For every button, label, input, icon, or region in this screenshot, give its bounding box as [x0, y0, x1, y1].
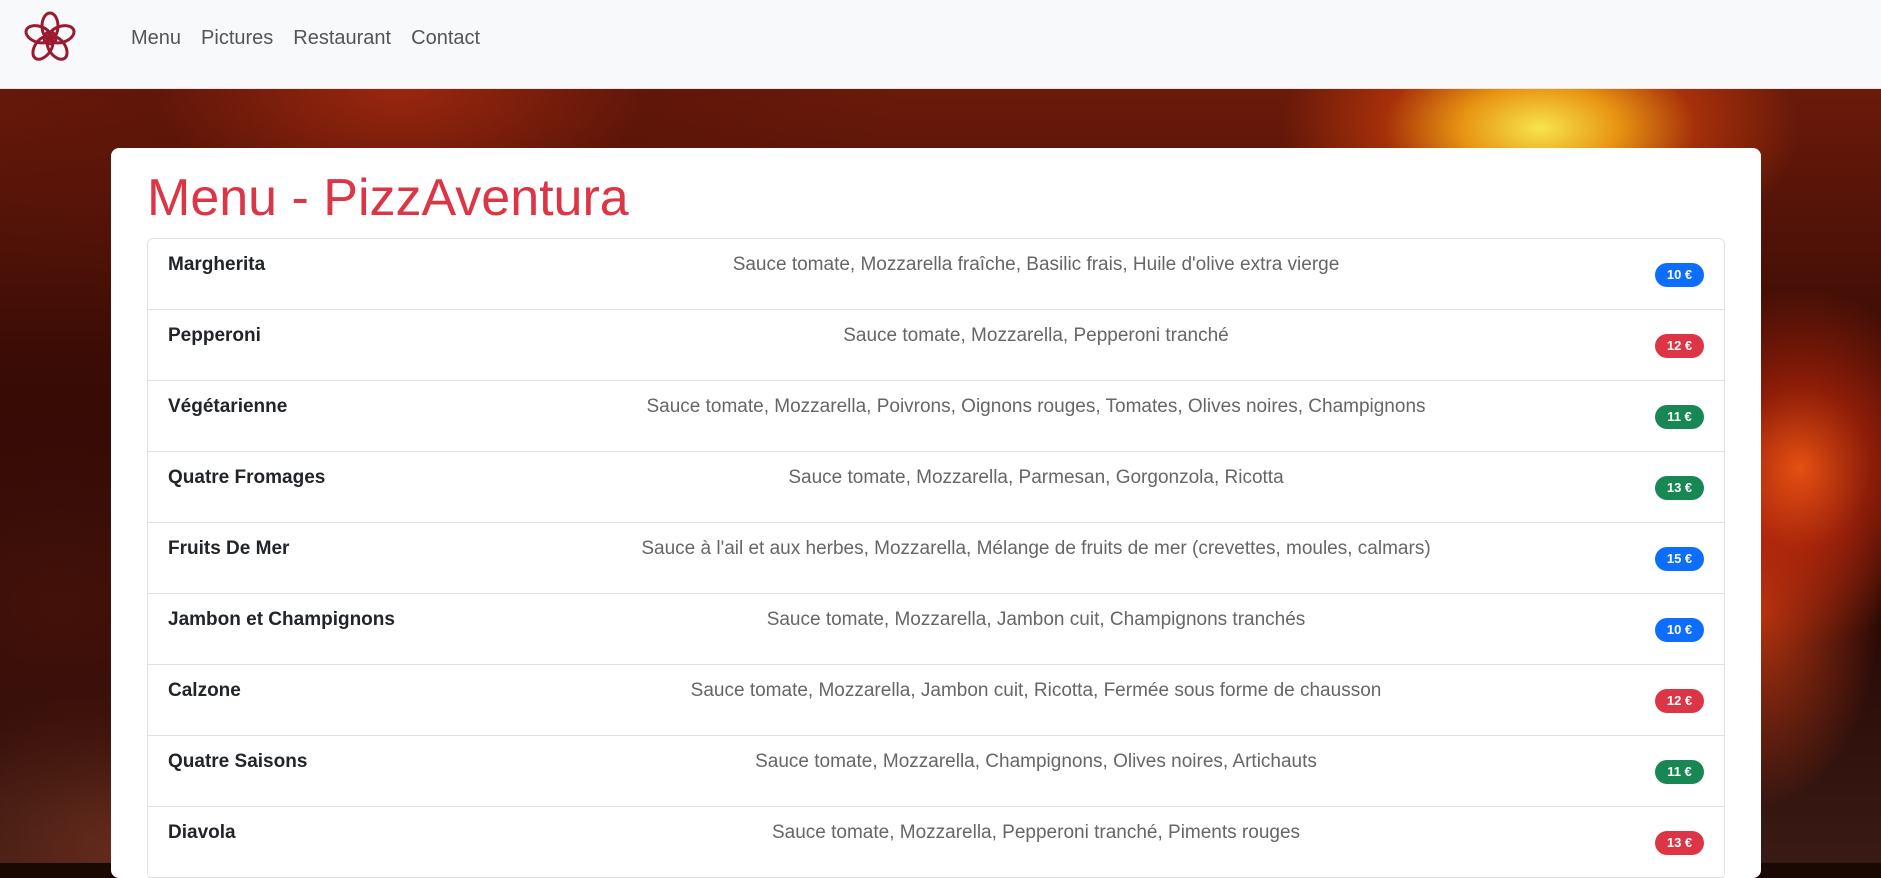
price-badge: 10 €: [1655, 618, 1704, 642]
menu-item: Diavola Sauce tomate, Mozzarella, Peppero…: [148, 807, 1724, 878]
flower-logo-icon[interactable]: [20, 8, 80, 68]
pizza-name: Végétarienne: [168, 396, 288, 417]
price-badge: 12 €: [1655, 334, 1704, 358]
pizza-name: Jambon et Champignons: [168, 609, 395, 630]
pizza-name: Quatre Fromages: [168, 467, 326, 488]
pizza-ingredients: Sauce tomate, Mozzarella, Jambon cuit, R…: [690, 680, 1382, 701]
pizza-name: Fruits De Mer: [168, 538, 290, 559]
price-badge: 15 €: [1655, 547, 1704, 571]
price-badge: 12 €: [1655, 689, 1704, 713]
pizza-ingredients: Sauce tomate, Mozzarella, Pepperoni tran…: [843, 325, 1229, 346]
price-badge: 10 €: [1655, 263, 1704, 287]
pizza-name: Diavola: [168, 822, 236, 843]
price-badge: 13 €: [1655, 831, 1704, 855]
menu-item: Quatre Fromages Sauce tomate, Mozzarella,…: [148, 452, 1724, 523]
pizza-ingredients: Sauce tomate, Mozzarella, Jambon cuit, C…: [766, 609, 1306, 630]
pizza-name: Margherita: [168, 254, 266, 275]
price-badge: 11 €: [1655, 760, 1704, 784]
pizza-ingredients: Sauce tomate, Mozzarella, Poivrons, Oign…: [646, 396, 1426, 417]
pizza-ingredients: Sauce tomate, Mozzarella fraîche, Basili…: [732, 254, 1340, 275]
menu-item: Quatre Saisons Sauce tomate, Mozzarella, …: [148, 736, 1724, 807]
menu-item: Calzone Sauce tomate, Mozzarella, Jambon …: [148, 665, 1724, 736]
pizza-name: Pepperoni: [168, 325, 261, 346]
price-badge: 13 €: [1655, 476, 1704, 500]
top-navbar: Menu Pictures Restaurant Contact: [0, 0, 1881, 89]
menu-item: Végétarienne Sauce tomate, Mozzarella, Po…: [148, 381, 1724, 452]
page-title: Menu - PizzAventura: [147, 169, 629, 227]
menu-item: Fruits De Mer Sauce à l'ail et aux herbes…: [148, 523, 1724, 594]
menu-item: Jambon et Champignons Sauce tomate, Mozza…: [148, 594, 1724, 665]
price-badge: 11 €: [1655, 405, 1704, 429]
nav-link-menu[interactable]: Menu: [131, 27, 181, 50]
nav-link-pictures[interactable]: Pictures: [201, 27, 273, 50]
menu-item: Margherita Sauce tomate, Mozzarella fraîc…: [148, 239, 1724, 310]
nav-link-contact[interactable]: Contact: [411, 27, 480, 50]
menu-card: Menu - PizzAventura Margherita Sauce toma…: [111, 148, 1761, 878]
pizza-ingredients: Sauce tomate, Mozzarella, Pepperoni tran…: [771, 822, 1301, 843]
pizza-ingredients: Sauce tomate, Mozzarella, Parmesan, Gorg…: [788, 467, 1284, 488]
menu-list: Margherita Sauce tomate, Mozzarella fraîc…: [147, 238, 1725, 878]
menu-item: Pepperoni Sauce tomate, Mozzarella, Peppe…: [148, 310, 1724, 381]
pizza-name: Calzone: [168, 680, 241, 701]
pizza-name: Quatre Saisons: [168, 751, 308, 772]
pizza-ingredients: Sauce à l'ail et aux herbes, Mozzarella,…: [641, 538, 1431, 559]
nav-links: Menu Pictures Restaurant Contact: [131, 27, 480, 50]
nav-link-restaurant[interactable]: Restaurant: [293, 27, 391, 50]
pizza-ingredients: Sauce tomate, Mozzarella, Champignons, O…: [755, 751, 1317, 772]
